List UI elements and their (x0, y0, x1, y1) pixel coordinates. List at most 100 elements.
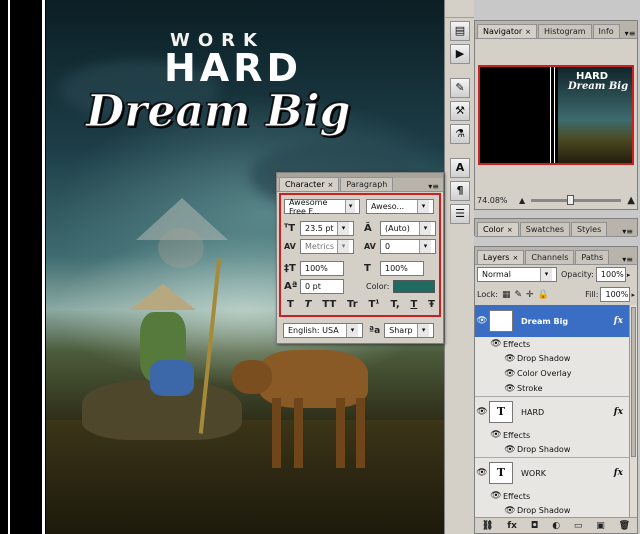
clone-source-icon[interactable]: ⚗ (450, 124, 470, 144)
effects-row[interactable]: 👁 Effects (475, 489, 629, 503)
effect-item[interactable]: 👁 Drop Shadow (475, 503, 629, 517)
zoom-slider[interactable] (531, 195, 622, 205)
tab-channels[interactable]: Channels (525, 250, 575, 264)
visibility-eye-icon[interactable]: 👁 (475, 316, 489, 326)
lock-transparent-icon[interactable]: ▦ (502, 290, 511, 300)
effects-row[interactable]: 👁 Effects (475, 428, 629, 442)
tab-histogram[interactable]: Histogram (538, 24, 592, 38)
effect-item[interactable]: 👁 Color Overlay (475, 366, 629, 381)
scrollbar-thumb[interactable] (631, 307, 636, 457)
layer-row[interactable]: 👁 T Dream Big fx (475, 305, 629, 337)
character-icon[interactable]: A (450, 158, 470, 178)
effects-eye-icon[interactable]: 👁 (489, 430, 503, 440)
layer-name[interactable]: WORK (521, 469, 546, 478)
superscript-button[interactable]: T¹ (368, 299, 379, 310)
folder-icon[interactable]: ▭ (574, 521, 583, 531)
tab-styles[interactable]: Styles (570, 222, 608, 236)
panel-menu-icon[interactable]: ▾≡ (424, 182, 443, 191)
visibility-eye-icon[interactable]: 👁 (475, 407, 489, 417)
language-select[interactable]: English: USA ▾ (283, 323, 363, 338)
lock-all-icon[interactable]: 🔒 (538, 290, 549, 300)
visibility-eye-icon[interactable]: 👁 (475, 468, 489, 478)
link-icon[interactable]: ⛓ (482, 521, 493, 531)
underline-button[interactable]: T (410, 299, 417, 310)
zoom-in-icon[interactable]: ▲ (627, 195, 635, 206)
fx-icon[interactable]: fx (507, 521, 517, 531)
leading-input[interactable]: (Auto) ▾ (380, 221, 436, 236)
baseline-shift-input[interactable]: 0 pt (300, 279, 344, 294)
cow-head (232, 360, 272, 394)
effects-eye-icon[interactable]: 👁 (489, 491, 503, 501)
kerning-row: AV Metrics ▾ AV 0 ▾ (284, 239, 436, 254)
effect-item[interactable]: 👁 Stroke (475, 381, 629, 396)
trash-icon[interactable]: 🗑 (619, 521, 630, 531)
font-size-input[interactable]: 23.5 pt ▾ (300, 221, 354, 236)
layer-row[interactable]: 👁 T HARD fx (475, 396, 629, 428)
actions-icon[interactable]: ▶ (450, 44, 470, 64)
history-icon[interactable]: ▤ (450, 21, 470, 41)
dock-grip[interactable] (445, 0, 474, 18)
effect-eye-icon[interactable]: 👁 (503, 506, 517, 516)
panel-menu-icon[interactable]: ▾≡ (618, 255, 637, 264)
faux-bold-button[interactable]: T (287, 299, 294, 310)
tab-paths[interactable]: Paths (575, 250, 610, 264)
subscript-button[interactable]: T, (390, 299, 399, 310)
navigator-view-box[interactable]: HARD Dream Big (478, 65, 634, 165)
tab-character[interactable]: Character × (279, 177, 340, 191)
effect-eye-icon[interactable]: 👁 (503, 384, 517, 394)
strikethrough-button[interactable]: Ŧ (428, 299, 435, 310)
horizontal-scale-input[interactable]: 100% (380, 261, 424, 276)
new-layer-icon[interactable]: ▣ (596, 521, 605, 531)
blend-mode-select[interactable]: Normal ▾ (477, 267, 557, 282)
layer-name[interactable]: Dream Big (521, 317, 568, 326)
effect-eye-icon[interactable]: 👁 (503, 445, 517, 455)
tab-layers[interactable]: Layers × (477, 250, 525, 264)
effects-row[interactable]: 👁 Effects (475, 337, 629, 351)
tracking-input[interactable]: 0 ▾ (380, 239, 436, 254)
zoom-out-icon[interactable]: ▲ (519, 196, 525, 205)
effect-item[interactable]: 👁 Drop Shadow (475, 442, 629, 457)
fill-input[interactable]: 100% (600, 287, 631, 302)
fill-arrow-icon[interactable]: ▸ (631, 291, 635, 299)
effect-eye-icon[interactable]: 👁 (503, 369, 517, 379)
adjustment-icon[interactable]: ◐ (552, 521, 560, 531)
vertical-scale-input[interactable]: 100% (300, 261, 344, 276)
mask-icon[interactable]: ◘ (531, 521, 539, 531)
panel-menu-icon[interactable]: ▾≡ (621, 29, 640, 38)
panel-menu-icon[interactable]: ▾≡ (618, 227, 637, 236)
faux-italic-button[interactable]: T (305, 299, 312, 310)
layer-name[interactable]: HARD (521, 408, 544, 417)
effects-label: Effects (503, 339, 531, 349)
tool-presets-icon[interactable]: ✎ (450, 78, 470, 98)
fx-icon[interactable]: fx (614, 407, 623, 417)
tab-color[interactable]: Color × (477, 222, 519, 236)
effects-eye-icon[interactable]: 👁 (489, 339, 503, 349)
tab-navigator[interactable]: Navigator × (477, 24, 538, 38)
effect-eye-icon[interactable]: 👁 (503, 354, 517, 364)
preview-line (550, 67, 551, 163)
layer-row[interactable]: 👁 T WORK fx (475, 457, 629, 489)
lock-image-icon[interactable]: ✎ (514, 290, 522, 300)
opacity-input[interactable]: 100% (595, 267, 626, 282)
effect-item[interactable]: 👁 Drop Shadow (475, 351, 629, 366)
tab-swatches[interactable]: Swatches (519, 222, 570, 236)
paragraph-icon[interactable]: ¶ (450, 181, 470, 201)
lock-position-icon[interactable]: ✛ (526, 290, 534, 300)
all-caps-button[interactable]: TT (322, 299, 336, 310)
font-style-select[interactable]: Aweso... ▾ (366, 199, 434, 214)
fx-icon[interactable]: fx (614, 468, 623, 478)
layer-comps-icon[interactable]: ☰ (450, 204, 470, 224)
opacity-arrow-icon[interactable]: ▸ (627, 271, 631, 279)
zoom-slider-handle[interactable] (567, 195, 575, 205)
brushes-icon[interactable]: ⚒ (450, 101, 470, 121)
text-color-swatch[interactable] (393, 280, 436, 293)
zoom-value[interactable]: 74.08% (477, 196, 519, 205)
layers-scrollbar[interactable] (629, 305, 637, 517)
antialias-select[interactable]: Sharp ▾ (384, 323, 435, 338)
tab-info[interactable]: Info (592, 24, 620, 38)
tab-paragraph[interactable]: Paragraph (340, 177, 394, 191)
small-caps-button[interactable]: Tr (347, 299, 358, 310)
fx-icon[interactable]: fx (614, 316, 623, 326)
kerning-input[interactable]: Metrics ▾ (300, 239, 354, 254)
font-family-select[interactable]: Awesome Free F... ▾ (284, 198, 360, 216)
